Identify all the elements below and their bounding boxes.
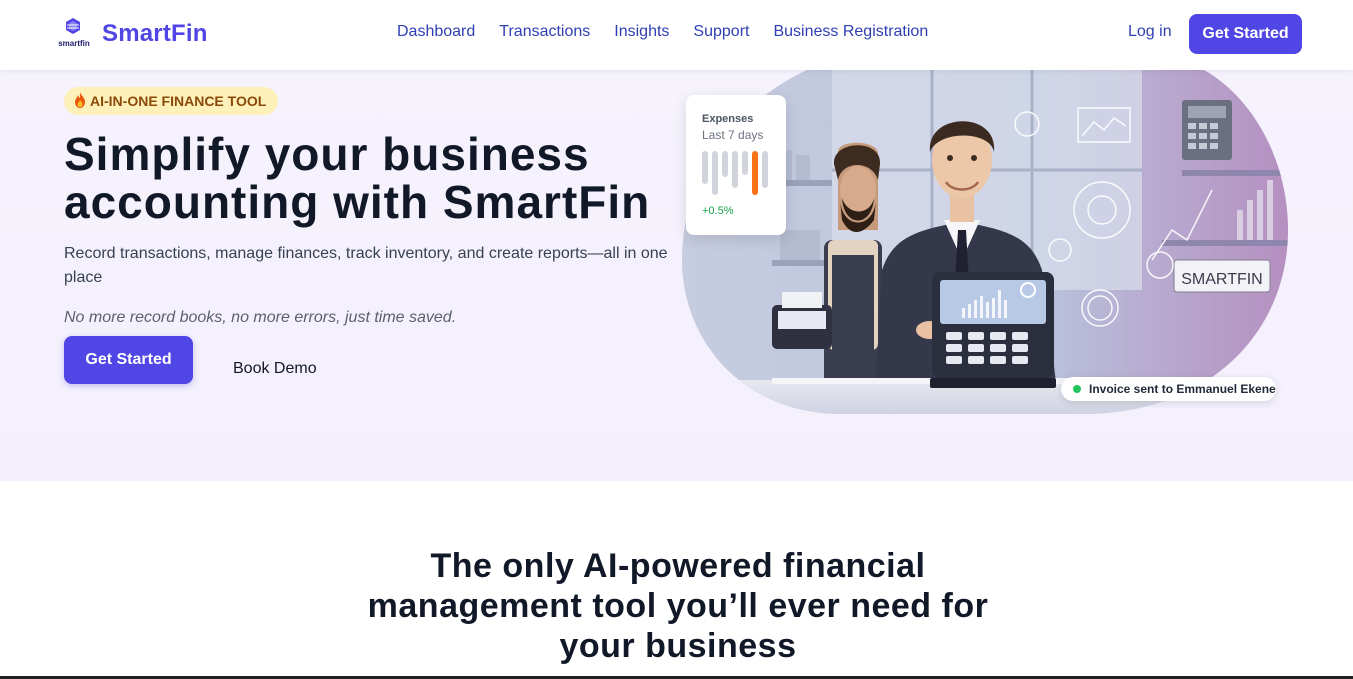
login-link[interactable]: Log in: [1128, 23, 1172, 41]
hero-section: AI-IN-ONE FINANCE TOOL Simplify your bus…: [0, 70, 1353, 481]
expense-bar: [722, 151, 728, 177]
nav-link-insights[interactable]: Insights: [614, 23, 669, 41]
expense-bar: [702, 151, 708, 184]
hero-note: No more record books, no more errors, ju…: [64, 309, 457, 326]
expenses-title: Expenses: [702, 113, 754, 125]
section-title: The only AI-powered financial management…: [367, 547, 989, 665]
expense-bar: [752, 151, 758, 195]
svg-text:smartfin: smartfin: [58, 39, 90, 48]
nav-link-dashboard[interactable]: Dashboard: [397, 23, 475, 41]
nav-link-support[interactable]: Support: [693, 23, 749, 41]
expense-bar: [732, 151, 738, 188]
smartfin-sign: SMARTFIN: [1181, 271, 1262, 288]
hero-badge: AI-IN-ONE FINANCE TOOL: [64, 87, 279, 115]
hero-title: Simplify your business accounting with S…: [64, 128, 651, 228]
brand-logo[interactable]: smartfin SmartFin: [56, 17, 208, 51]
status-dot: [1073, 385, 1081, 393]
nav-link-business-registration[interactable]: Business Registration: [773, 23, 928, 41]
nav-link-transactions[interactable]: Transactions: [499, 23, 590, 41]
expenses-mini-chart: [702, 151, 768, 195]
hero-badge-text: AI-IN-ONE FINANCE TOOL: [90, 93, 267, 109]
main-nav: Dashboard Transactions Insights Support …: [397, 23, 928, 41]
nav-get-started-button[interactable]: Get Started: [1189, 14, 1302, 54]
expense-bar: [712, 151, 718, 195]
expenses-change: +0.5%: [702, 205, 734, 217]
smartfin-logo-icon: smartfin: [56, 17, 92, 51]
expenses-period: Last 7 days: [702, 128, 764, 142]
expenses-card: Expenses Last 7 days +0.5%: [686, 95, 786, 235]
fire-icon: [74, 91, 86, 111]
book-demo-link[interactable]: Book Demo: [233, 360, 317, 378]
invoice-toast-text: Invoice sent to Emmanuel Ekene: [1089, 382, 1276, 396]
expense-bar: [742, 151, 748, 175]
hero-subtitle: Record transactions, manage finances, tr…: [64, 245, 668, 286]
invoice-toast: Invoice sent to Emmanuel Ekene: [1061, 377, 1276, 401]
expense-bar: [762, 151, 768, 188]
hero-get-started-button[interactable]: Get Started: [64, 336, 193, 384]
brand-name: SmartFin: [102, 20, 208, 47]
navbar: smartfin SmartFin Dashboard Transactions…: [0, 0, 1353, 70]
